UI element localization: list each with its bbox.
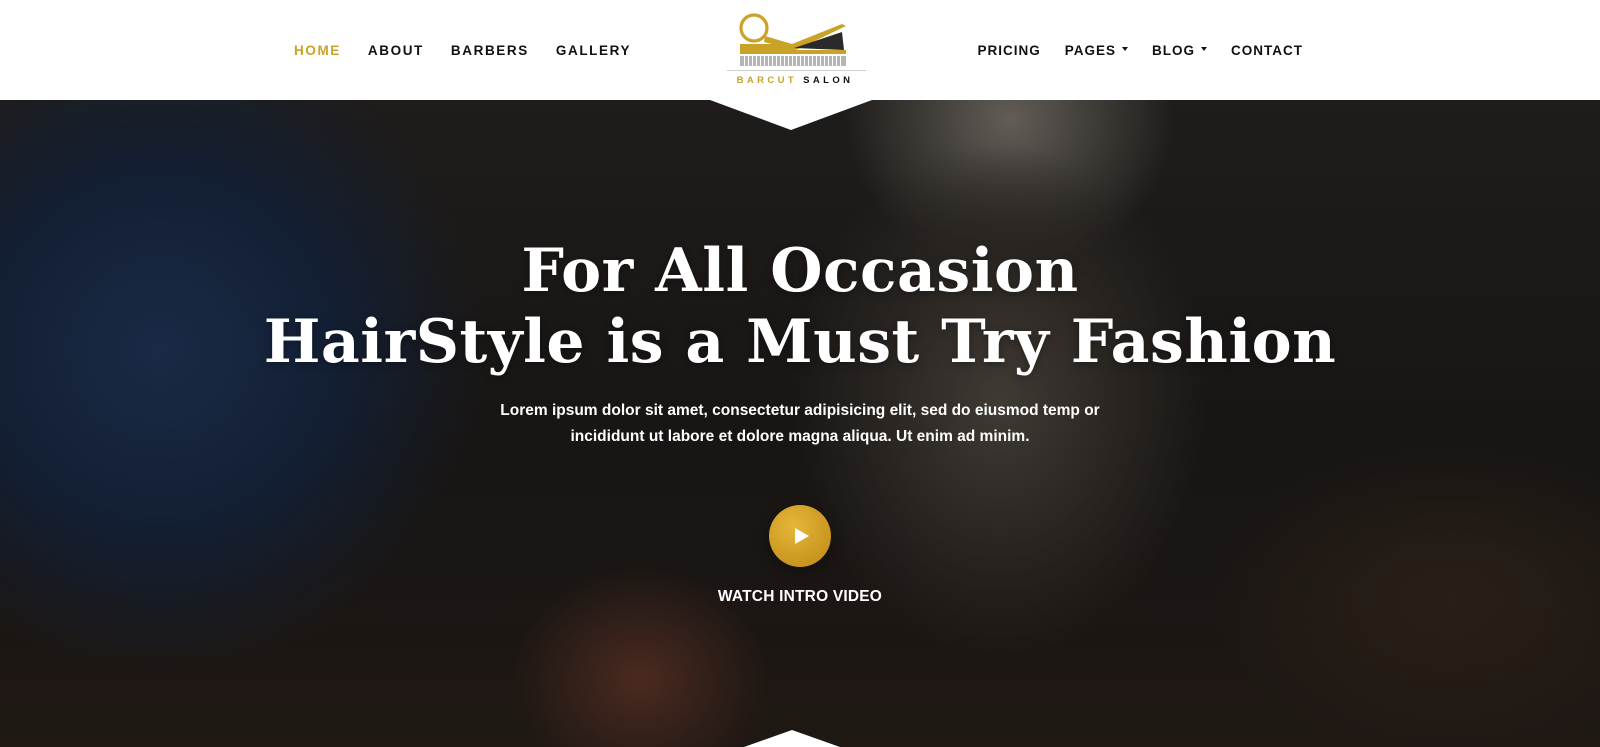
hero-title-line-2: HairStyle is a Must Try Fashion [263,307,1337,377]
nav-about[interactable]: ABOUT [368,43,424,58]
logo-word-barcut: BARCUT [736,75,798,86]
nav-gallery[interactable]: GALLERY [556,43,631,58]
primary-nav-left: HOME ABOUT BARBERS GALLERY [294,0,658,100]
nav-barbers[interactable]: BARBERS [451,43,529,58]
nav-pages-label: PAGES [1064,42,1116,58]
caret-down-icon [1201,47,1207,51]
play-video-button[interactable] [769,505,831,567]
nav-contact[interactable]: CONTACT [1231,43,1303,58]
hero-bottom-notch [744,730,840,747]
site-logo[interactable]: BARCUT SALON [720,10,870,90]
watch-intro-video-link[interactable]: WATCH INTRO VIDEO [0,588,1600,606]
caret-down-icon [1122,47,1128,51]
site-header: HOME ABOUT BARBERS GALLERY BARCUT SALON … [0,0,1600,100]
hero-banner: For All Occasion HairStyle is a Must Try… [0,100,1600,747]
header-notch [710,100,872,130]
nav-blog[interactable]: BLOG [1152,43,1207,58]
logo-word-salon: SALON [803,75,854,86]
play-icon [795,528,809,544]
hero-title: For All Occasion HairStyle is a Must Try… [0,236,1600,378]
primary-nav-right: PRICING PAGES BLOG CONTACT [953,0,1303,100]
logo-divider [727,70,866,71]
nav-home[interactable]: HOME [294,43,341,58]
nav-pages[interactable]: PAGES [1065,43,1128,58]
hero-title-line-1: For All Occasion [521,236,1079,306]
hero-description: Lorem ipsum dolor sit amet, consectetur … [500,402,1100,445]
nav-pricing[interactable]: PRICING [977,43,1040,58]
nav-blog-label: BLOG [1152,42,1195,58]
logo-wordmark: BARCUT SALON [720,75,870,86]
scissors-comb-icon [739,13,846,66]
